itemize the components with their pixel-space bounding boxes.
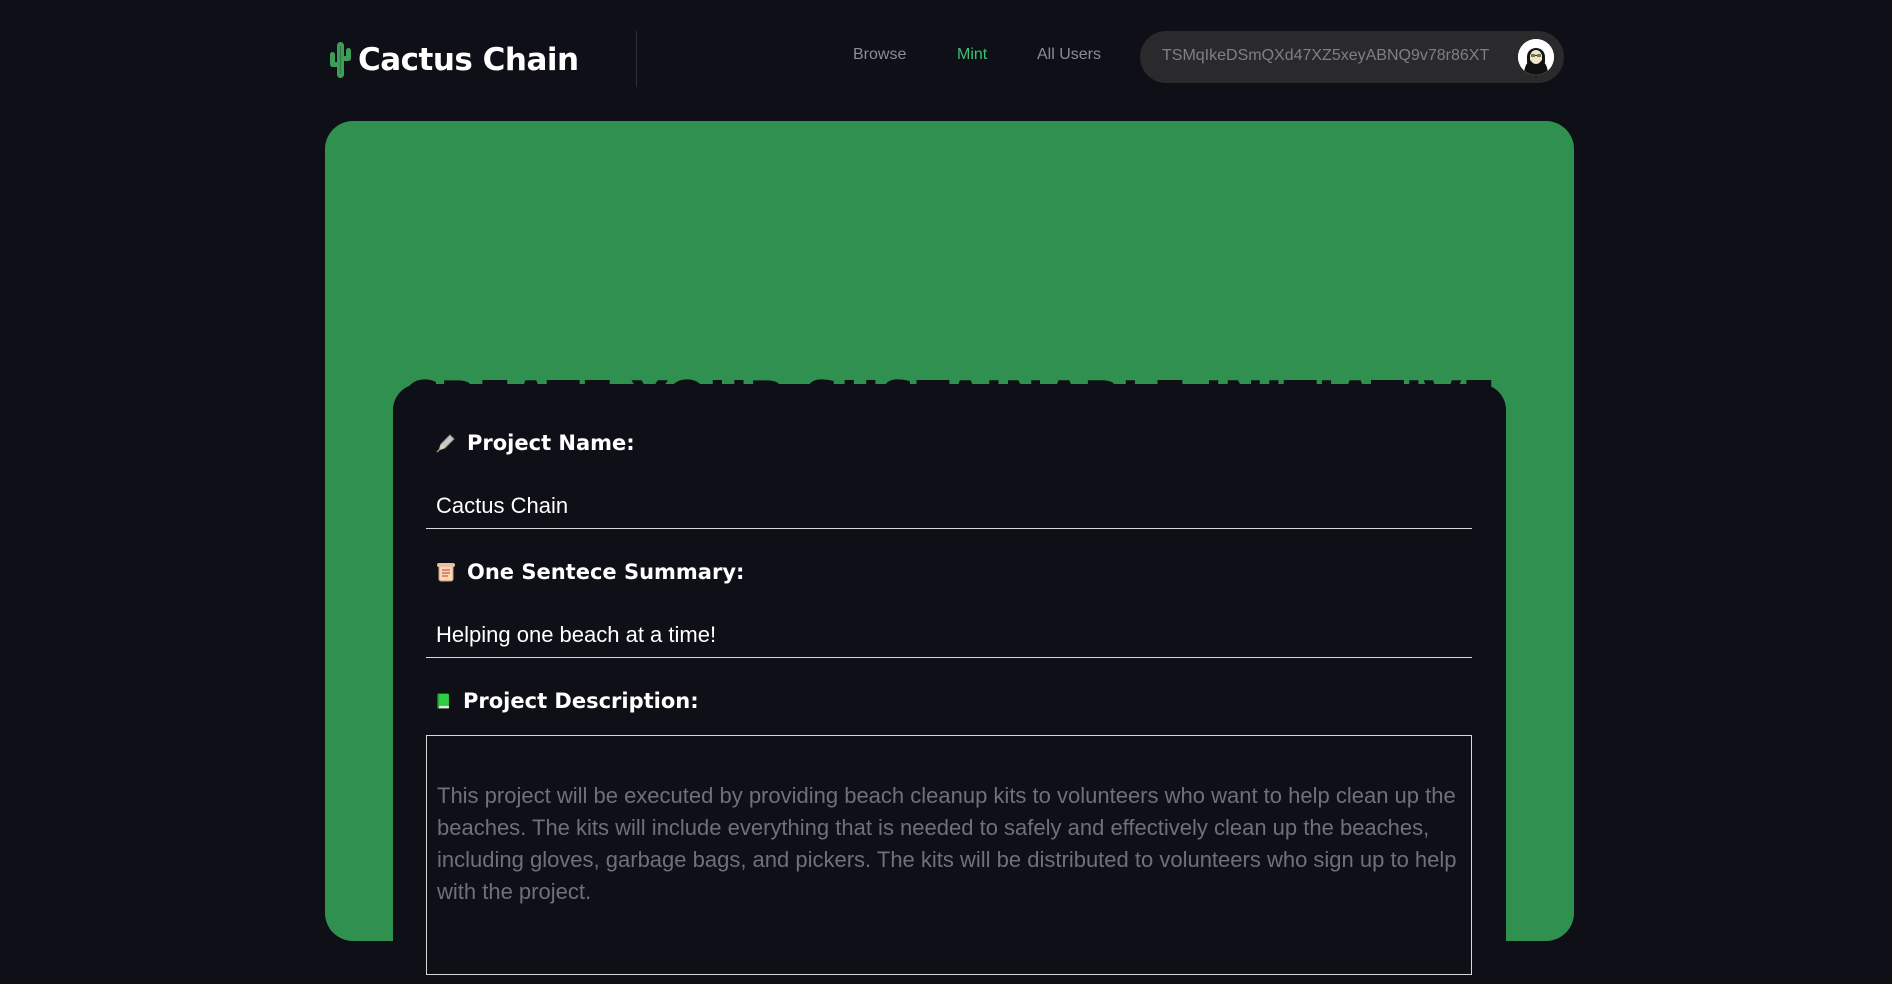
summary-label-text: One Sentece Summary: — [467, 560, 745, 584]
user-avatar-icon — [1518, 39, 1554, 75]
brand-name: Cactus Chain — [358, 42, 579, 78]
pen-icon — [436, 434, 455, 453]
description-textarea[interactable] — [426, 735, 1472, 975]
nav-all-users[interactable]: All Users — [1037, 46, 1101, 68]
summary-input[interactable] — [426, 612, 1472, 658]
project-name-label: Project Name: — [435, 431, 635, 455]
wallet-address: TSMqIkeDSmQXd47XZ5xeyABNQ9v78r86XT — [1162, 47, 1490, 64]
wallet-button[interactable]: TSMqIkeDSmQXd47XZ5xeyABNQ9v78r86XT — [1140, 31, 1564, 83]
scroll-icon — [437, 563, 455, 582]
top-navbar: Cactus Chain Browse Mint All Users TSMqI… — [0, 0, 1892, 115]
header-divider — [636, 31, 637, 87]
description-label: Project Description: — [435, 689, 699, 713]
project-name-label-text: Project Name: — [467, 431, 635, 455]
summary-label: One Sentece Summary: — [435, 560, 744, 584]
brand-logo[interactable]: Cactus Chain — [328, 36, 579, 84]
nav-browse[interactable]: Browse — [853, 46, 906, 68]
description-label-text: Project Description: — [463, 689, 699, 713]
green-book-icon — [437, 693, 449, 709]
initiative-form: Project Name: One Sentece Summary: Proje… — [393, 384, 1506, 984]
avatar[interactable] — [1518, 39, 1554, 75]
cactus-icon — [330, 42, 351, 78]
project-name-input[interactable] — [426, 483, 1472, 529]
nav-mint[interactable]: Mint — [957, 46, 987, 68]
